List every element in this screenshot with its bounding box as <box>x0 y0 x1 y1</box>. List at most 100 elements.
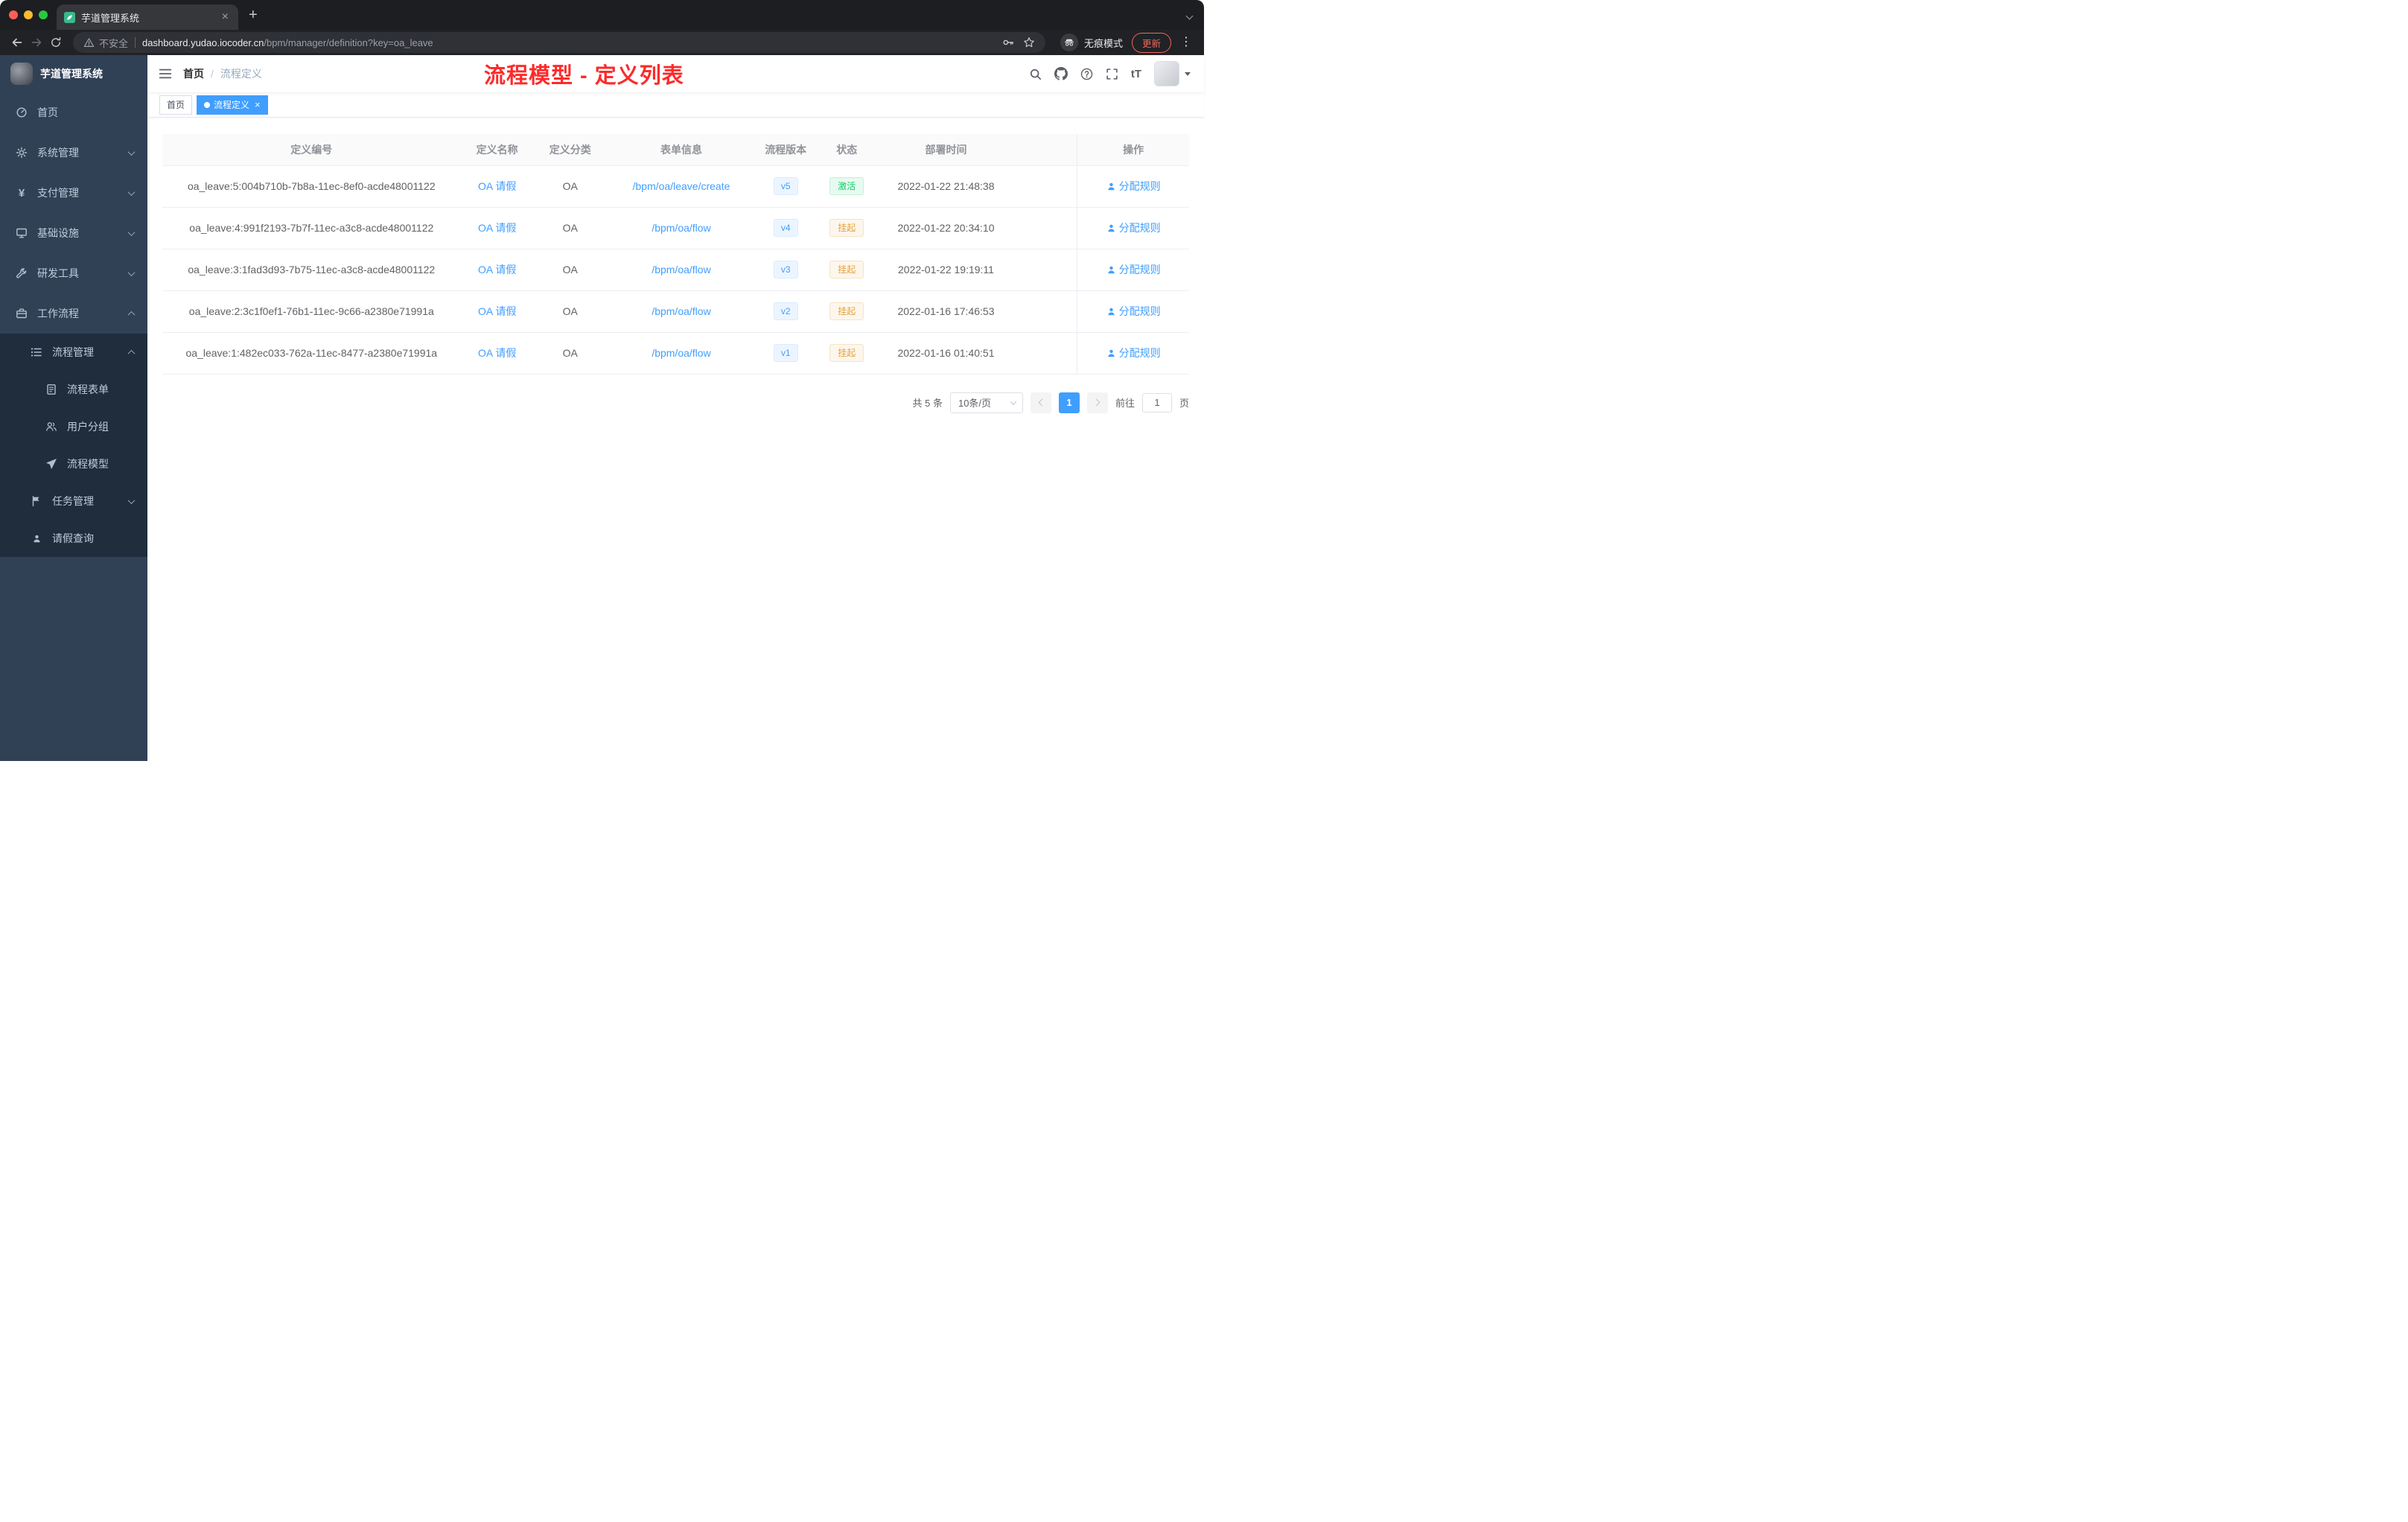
page-size-select[interactable]: 10条/页 <box>949 392 1023 413</box>
definition-name-link[interactable]: OA 请假 <box>478 347 516 359</box>
browser-toolbar: 不安全 dashboard.yudao.iocoder.cn/bpm/manag… <box>0 30 1204 55</box>
breadcrumb-home[interactable]: 首页 <box>183 66 204 81</box>
column-header: 定义名称 <box>460 134 534 166</box>
tab-close-icon[interactable]: × <box>220 11 231 23</box>
window-zoom-button[interactable] <box>39 10 48 19</box>
reload-button[interactable] <box>46 33 66 52</box>
fullscreen-icon[interactable] <box>1106 68 1118 80</box>
search-icon[interactable] <box>1029 68 1042 80</box>
form-info-cell: /bpm/oa/flow <box>606 332 757 375</box>
form-link[interactable]: /bpm/oa/flow <box>652 305 710 317</box>
chevron-right-icon <box>1092 398 1101 407</box>
sidebar-item-process-management[interactable]: 流程管理 <box>0 334 147 371</box>
status-cell: 挂起 <box>815 290 879 333</box>
user-icon <box>1106 265 1116 275</box>
help-icon[interactable] <box>1080 68 1093 80</box>
bookmark-star-icon[interactable] <box>1023 36 1035 48</box>
goto-page-input[interactable] <box>1141 392 1172 413</box>
sidebar: 芋道管理系统 首页系统管理 ¥ 支付管理 基础设施研发工具工作流程 流程管理 流程表单用户… <box>0 55 147 761</box>
sidebar-logo[interactable]: 芋道管理系统 <box>0 55 147 92</box>
sidebar-item-infrastructure[interactable]: 基础设施 <box>0 213 147 253</box>
sidebar-menu: 首页系统管理 ¥ 支付管理 基础设施研发工具工作流程 流程管理 流程表单用户分组流程模型任… <box>0 92 147 761</box>
definition-name-link[interactable]: OA 请假 <box>478 264 516 276</box>
status-badge: 激活 <box>829 176 864 196</box>
tag-close-icon[interactable]: × <box>255 100 261 109</box>
sidebar-item-home[interactable]: 首页 <box>0 92 147 133</box>
assign-rule-link[interactable]: 分配规则 <box>1106 346 1161 360</box>
definition-name-link[interactable]: OA 请假 <box>478 305 516 317</box>
assign-rule-link[interactable]: 分配规则 <box>1106 304 1161 319</box>
form-info-cell: /bpm/oa/leave/create <box>606 165 757 208</box>
prev-page-button[interactable] <box>1030 392 1051 413</box>
form-link[interactable]: /bpm/oa/flow <box>652 222 710 234</box>
tab-search-chevron-icon[interactable] <box>1185 9 1194 21</box>
sidebar-item-label: 支付管理 <box>37 187 79 199</box>
assign-rule-link[interactable]: 分配规则 <box>1106 220 1161 235</box>
sidebar-item-process-model[interactable]: 流程模型 <box>0 445 147 483</box>
deploy-time: 2022-01-22 19:19:11 <box>878 249 1014 291</box>
definition-name-link[interactable]: OA 请假 <box>478 222 516 234</box>
deploy-time: 2022-01-16 01:40:51 <box>878 332 1014 375</box>
sidebar-item-label: 用户分组 <box>67 421 109 433</box>
user-avatar[interactable] <box>1154 61 1191 86</box>
github-icon[interactable] <box>1054 67 1068 80</box>
assign-rule-link[interactable]: 分配规则 <box>1106 262 1161 277</box>
app: 芋道管理系统 首页系统管理 ¥ 支付管理 基础设施研发工具工作流程 流程管理 流程表单用户… <box>0 55 1204 761</box>
url-path: /bpm/manager/definition?key=oa_leave <box>264 36 433 48</box>
window-minimize-button[interactable] <box>24 10 33 19</box>
goto-label: 前往 <box>1115 398 1135 409</box>
definition-name-link[interactable]: OA 请假 <box>478 180 516 192</box>
chevron-up-icon <box>127 311 136 319</box>
logo-title: 芋道管理系统 <box>40 68 103 80</box>
sidebar-item-label: 系统管理 <box>37 147 79 159</box>
form-info-cell: /bpm/oa/flow <box>606 249 757 291</box>
incognito-badge[interactable]: 无痕模式 <box>1060 34 1123 51</box>
key-icon[interactable] <box>1002 36 1014 48</box>
assign-rule-label: 分配规则 <box>1118 180 1161 192</box>
sidebar-item-leave-query[interactable]: 请假查询 <box>0 520 147 557</box>
sidebar-item-task-management[interactable]: 任务管理 <box>0 483 147 520</box>
sidebar-item-payment-management[interactable]: ¥ 支付管理 <box>0 173 147 213</box>
definition-name-cell: OA 请假 <box>460 290 534 333</box>
filler-cell <box>1013 165 1077 208</box>
sidebar-item-system-management[interactable]: 系统管理 <box>0 133 147 173</box>
update-button[interactable]: 更新 <box>1131 32 1171 53</box>
action-cell: 分配规则 <box>1077 207 1189 249</box>
browser-menu-icon[interactable]: ⋮ <box>1176 36 1197 48</box>
assign-rule-link[interactable]: 分配规则 <box>1106 179 1161 194</box>
column-header: 部署时间 <box>878 134 1014 166</box>
form-link[interactable]: /bpm/oa/flow <box>652 347 710 359</box>
browser-tab[interactable]: 芋道管理系统 × <box>57 4 238 30</box>
main-area: 首页 / 流程定义 流程模型 - 定义列表 tT 首页 流程定义 × 定义编号 … <box>147 55 1204 761</box>
forward-button[interactable] <box>27 33 46 52</box>
sidebar-item-label: 流程模型 <box>67 458 109 470</box>
status-badge: 挂起 <box>829 302 864 321</box>
definition-category: OA <box>533 249 607 291</box>
window-close-button[interactable] <box>9 10 18 19</box>
version-badge: v2 <box>773 302 798 321</box>
sidebar-item-dev-tools[interactable]: 研发工具 <box>0 253 147 293</box>
form-link[interactable]: /bpm/oa/flow <box>652 264 710 276</box>
new-tab-button[interactable]: + <box>249 7 258 22</box>
hamburger-icon[interactable] <box>147 67 183 80</box>
navbar: 首页 / 流程定义 流程模型 - 定义列表 tT <box>147 55 1204 92</box>
table-row: oa_leave:4:991f2193-7b7f-11ec-a3c8-acde4… <box>162 207 1189 249</box>
sidebar-item-user-group[interactable]: 用户分组 <box>0 408 147 445</box>
column-header: 表单信息 <box>606 134 757 166</box>
view-tag-0[interactable]: 首页 <box>159 95 193 115</box>
sidebar-item-workflow[interactable]: 工作流程 <box>0 293 147 334</box>
chevron-down-icon <box>1010 398 1017 405</box>
sidebar-item-process-form[interactable]: 流程表单 <box>0 371 147 408</box>
breadcrumb-separator: / <box>211 68 214 80</box>
back-button[interactable] <box>7 33 27 52</box>
address-bar[interactable]: 不安全 dashboard.yudao.iocoder.cn/bpm/manag… <box>73 32 1045 53</box>
sidebar-item-label: 研发工具 <box>37 267 79 279</box>
users-icon <box>45 420 58 433</box>
annotation-title: 流程模型 - 定义列表 <box>484 64 684 88</box>
page-number-button[interactable]: 1 <box>1058 392 1080 413</box>
font-size-icon[interactable]: tT <box>1131 68 1141 80</box>
next-page-button[interactable] <box>1086 392 1108 413</box>
list-icon <box>30 346 43 359</box>
view-tag-1[interactable]: 流程定义 × <box>197 95 268 115</box>
form-link[interactable]: /bpm/oa/leave/create <box>633 180 730 192</box>
